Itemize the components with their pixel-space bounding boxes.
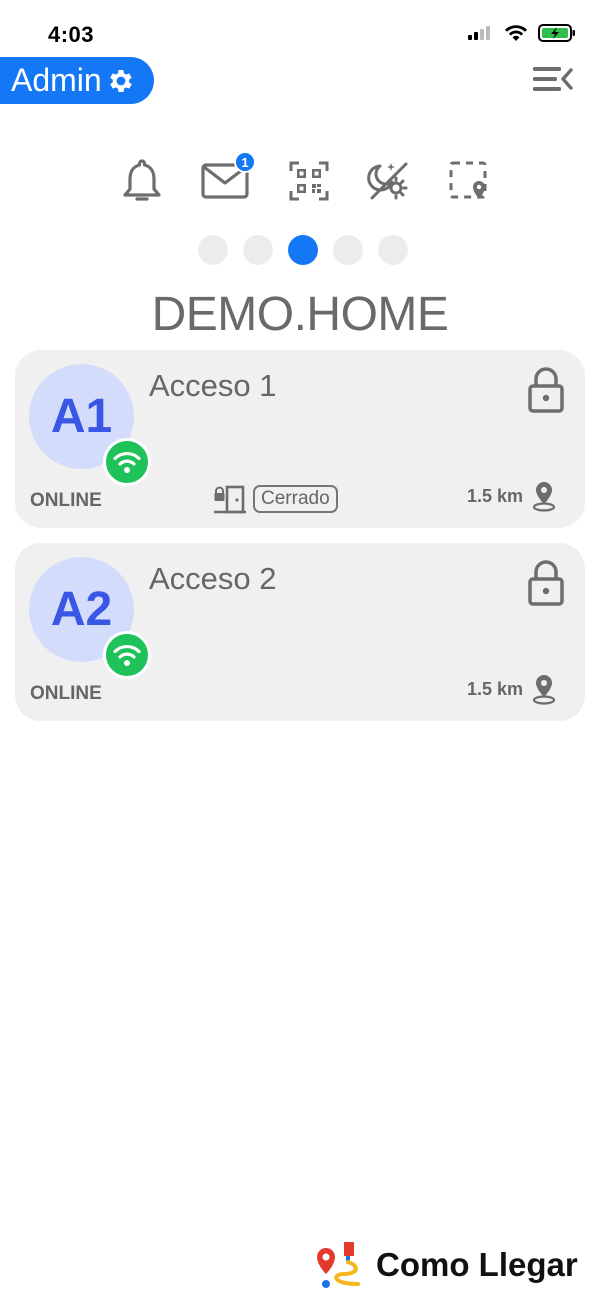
access-card-1[interactable]: A1 Acceso 1 ONLINE Cerrado 1.5 km — [15, 350, 585, 528]
lock-icon[interactable] — [527, 366, 565, 419]
menu-collapse-icon[interactable] — [530, 62, 578, 102]
messages-button[interactable]: 1 — [200, 151, 256, 207]
connection-status: ONLINE — [30, 490, 102, 511]
location-pin-icon — [532, 482, 556, 512]
location-pin-icon — [532, 675, 556, 705]
mail-badge: 1 — [234, 151, 256, 173]
admin-label: Admin — [11, 62, 102, 98]
qr-code-button[interactable] — [285, 155, 333, 207]
page-dot-2[interactable] — [243, 235, 273, 265]
gear-icon — [106, 66, 136, 96]
day-night-button[interactable] — [365, 155, 413, 207]
distance-text: 1.5 km — [466, 485, 523, 506]
page-dot-1[interactable] — [198, 235, 228, 265]
page-dot-5[interactable] — [378, 235, 408, 265]
status-icons — [468, 24, 576, 42]
wifi-online-icon — [103, 438, 151, 486]
bell-icon — [123, 159, 161, 201]
wifi-status-icon — [505, 25, 527, 41]
brand-label: Como Llegar — [376, 1246, 578, 1283]
avatar-initials: A2 — [50, 583, 113, 636]
connection-status: ONLINE — [30, 683, 102, 704]
distance: 1.5 km — [467, 480, 557, 512]
wifi-online-icon — [103, 631, 151, 679]
access-card-2[interactable]: A2 Acceso 2 ONLINE 1.5 km — [15, 543, 585, 721]
access-name: Acceso 1 — [149, 368, 277, 403]
page-indicator — [198, 235, 408, 265]
door-status: Cerrado — [213, 484, 338, 514]
como-llegar-button[interactable]: Como Llegar — [314, 1240, 578, 1290]
notifications-button[interactable] — [118, 155, 166, 207]
admin-button[interactable]: Admin — [0, 57, 154, 104]
distance: 1.5 km — [467, 673, 557, 705]
qr-code-icon — [289, 161, 329, 201]
location-zone-button[interactable] — [445, 155, 493, 207]
status-time: 4:03 — [48, 22, 95, 47]
door-state-label: Cerrado — [253, 485, 338, 513]
avatar-initials: A1 — [50, 390, 113, 443]
day-night-icon — [367, 162, 408, 200]
site-title: DEMO.HOME — [151, 288, 449, 341]
location-zone-icon — [449, 161, 487, 199]
status-bar: 4:03 — [0, 0, 600, 60]
signal-icon — [468, 26, 490, 40]
lock-icon[interactable] — [527, 559, 565, 612]
distance-text: 1.5 km — [466, 678, 523, 699]
battery-icon — [538, 24, 575, 42]
page-dot-4[interactable] — [333, 235, 363, 265]
page-dot-3-active[interactable] — [288, 235, 318, 265]
door-locked-icon — [214, 485, 246, 514]
route-map-icon — [317, 1242, 360, 1288]
toolbar: 1 — [0, 151, 600, 207]
access-name: Acceso 2 — [149, 561, 277, 596]
